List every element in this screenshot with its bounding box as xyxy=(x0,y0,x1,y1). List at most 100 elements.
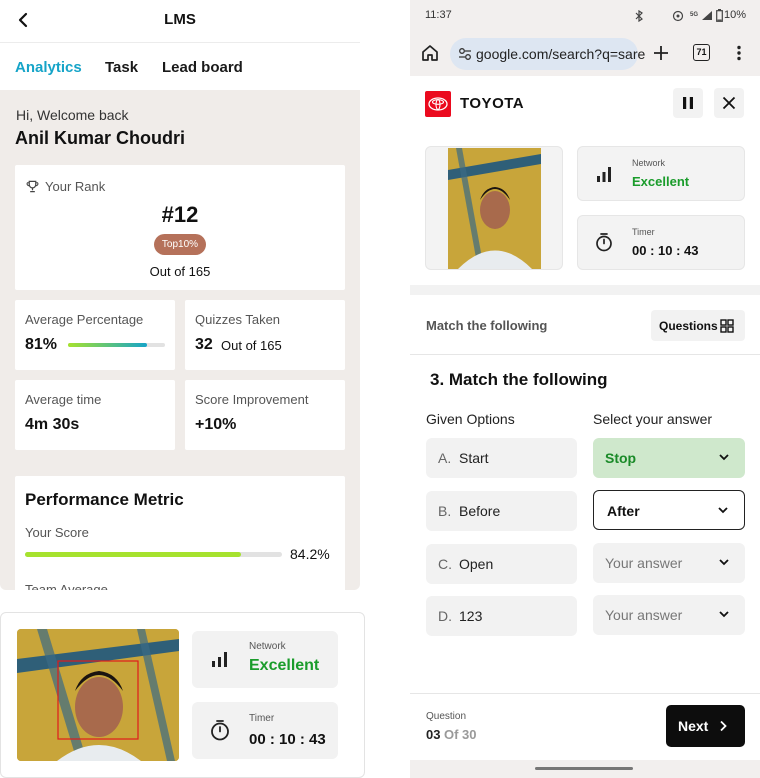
nav-bar xyxy=(410,760,760,778)
status-bar: 11:37 5G 10% xyxy=(410,0,760,32)
more-vert-icon[interactable] xyxy=(736,45,742,61)
stat-value: +10% xyxy=(195,416,237,433)
answer-value: After xyxy=(607,503,640,519)
current-question: 03 xyxy=(426,727,441,742)
timer-label: Timer xyxy=(632,227,655,237)
timer-box: Timer 00 : 10 : 43 xyxy=(192,702,338,759)
quizzes-taken-card: Quizzes Taken 32 Out of 165 xyxy=(185,300,345,370)
stat-value: 4m 30s xyxy=(25,416,80,433)
option-letter: C. xyxy=(438,556,452,572)
question-counter-label: Question xyxy=(426,711,467,722)
phone-screen: 11:37 5G 10% google.com/search?q=sare 71 xyxy=(410,0,760,778)
stat-suffix: Out of 165 xyxy=(221,338,282,353)
answer-select-b[interactable]: After xyxy=(593,490,745,530)
answer-select-c[interactable]: Your answer xyxy=(593,543,745,583)
divider xyxy=(410,354,760,355)
network-label: Network xyxy=(249,641,286,652)
stat-label: Score Improvement xyxy=(195,392,309,407)
percentage-progress-track xyxy=(68,343,165,347)
home-icon[interactable] xyxy=(421,44,439,62)
select-answer-header: Select your answer xyxy=(593,411,713,427)
cell-signal-icon xyxy=(702,11,712,20)
webcam-image xyxy=(17,629,179,761)
chevron-down-icon xyxy=(719,454,729,461)
tab-bar: Analytics Task Lead board xyxy=(0,43,360,90)
answer-value: Stop xyxy=(605,450,637,466)
top-percent-badge: Top10% xyxy=(154,234,206,255)
tab-count-button[interactable]: 71 xyxy=(693,44,710,61)
divider-band xyxy=(410,285,760,295)
score-improvement-card: Score Improvement +10% xyxy=(185,380,345,450)
option-text: Before xyxy=(459,503,501,519)
stat-label: Average time xyxy=(25,392,102,407)
proctor-panel: Network Excellent Timer 00 : 10 : 43 xyxy=(0,612,365,778)
percentage-progress-fill xyxy=(68,343,147,347)
option-text: Open xyxy=(459,556,494,572)
your-score-value: 84.2% xyxy=(290,546,330,562)
webcam-card xyxy=(425,146,563,270)
rank-out-of: Out of 165 xyxy=(149,264,211,279)
footer-divider xyxy=(410,693,760,694)
webcam-image xyxy=(448,148,541,269)
next-label: Next xyxy=(678,718,709,734)
site-settings-icon[interactable] xyxy=(458,47,472,61)
url-text: google.com/search?q=sare xyxy=(476,46,646,62)
close-icon xyxy=(722,96,736,110)
next-button[interactable]: Next xyxy=(666,705,745,747)
questions-label: Questions xyxy=(659,319,718,333)
chevron-down-icon xyxy=(719,559,729,566)
your-score-track xyxy=(25,552,282,557)
rank-value: #12 xyxy=(161,202,199,227)
hotspot-icon xyxy=(672,10,684,22)
total-questions: Of 30 xyxy=(444,727,477,742)
stopwatch-icon xyxy=(596,233,612,252)
network-type: 5G xyxy=(690,12,699,18)
timer-label: Timer xyxy=(249,713,275,724)
question-title: 3. Match the following xyxy=(430,370,608,389)
section-title: Match the following xyxy=(426,318,548,333)
team-average-label: Team Average xyxy=(25,582,108,590)
tab-task[interactable]: Task xyxy=(105,59,138,76)
questions-button[interactable]: Questions xyxy=(651,310,745,341)
pause-button[interactable] xyxy=(673,88,703,118)
option-letter: D. xyxy=(438,608,452,624)
network-label: Network xyxy=(632,158,666,168)
answer-placeholder: Your answer xyxy=(605,607,683,623)
toyota-logo-icon xyxy=(428,97,448,111)
battery-percent: 10% xyxy=(724,9,747,21)
bluetooth-icon xyxy=(635,10,643,22)
rank-card: Your Rank #12 Top10% Out of 165 xyxy=(15,165,345,290)
option-text: Start xyxy=(459,450,489,466)
option-row-c: C. Open xyxy=(426,544,577,584)
chevron-right-icon xyxy=(720,720,727,732)
new-tab-icon[interactable] xyxy=(653,45,669,61)
browser-toolbar: google.com/search?q=sare 71 xyxy=(410,32,760,76)
tab-analytics[interactable]: Analytics xyxy=(15,59,82,76)
network-status-box: Network Excellent xyxy=(577,146,745,201)
url-field[interactable]: google.com/search?q=sare xyxy=(450,38,645,70)
brand-name: TOYOTA xyxy=(460,95,525,112)
timer-value: 00 : 10 : 43 xyxy=(632,243,699,258)
close-button[interactable] xyxy=(714,88,744,118)
average-percentage-card: Average Percentage 81% xyxy=(15,300,175,370)
option-row-a: A. Start xyxy=(426,438,577,478)
network-value: Excellent xyxy=(249,657,320,674)
timer-value: 00 : 10 : 43 xyxy=(249,731,326,748)
option-row-d: D. 123 xyxy=(426,596,577,636)
answer-select-a[interactable]: Stop xyxy=(593,438,745,478)
user-name: Anil Kumar Choudri xyxy=(15,128,185,148)
network-status-box: Network Excellent xyxy=(192,631,338,688)
performance-metric-card: Performance Metric Your Score 84.2% Team… xyxy=(15,476,345,590)
stat-label: Average Percentage xyxy=(25,312,144,327)
lms-panel: LMS Analytics Task Lead board Hi, Welcom… xyxy=(0,0,360,590)
rank-label: Your Rank xyxy=(45,179,106,194)
answer-select-d[interactable]: Your answer xyxy=(593,595,745,635)
status-time: 11:37 xyxy=(425,9,452,21)
option-text: 123 xyxy=(459,608,483,624)
answer-placeholder: Your answer xyxy=(605,555,683,571)
stopwatch-icon xyxy=(211,720,229,741)
battery-icon xyxy=(716,9,723,22)
tab-lead-board[interactable]: Lead board xyxy=(162,59,243,76)
your-score-fill xyxy=(25,552,242,557)
gesture-handle[interactable] xyxy=(535,767,633,770)
